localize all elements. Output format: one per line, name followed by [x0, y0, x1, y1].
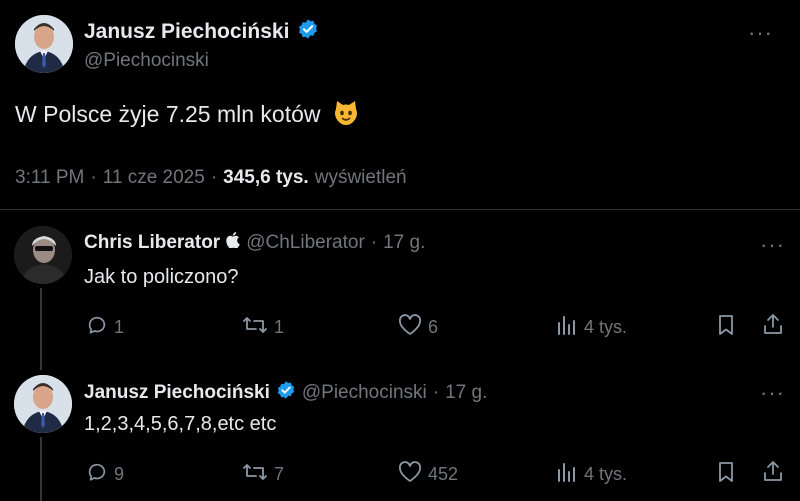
portrait-image [14, 375, 72, 433]
portrait-image [14, 226, 72, 284]
share-icon[interactable] [762, 313, 784, 340]
reply-age[interactable]: 17 g. [445, 382, 487, 404]
author-handle[interactable]: @Piechocinski [84, 50, 209, 72]
verified-badge-icon [276, 380, 296, 406]
verified-badge-icon [297, 18, 319, 45]
reply-text: 1,2,3,4,5,6,7,8,etc etc [84, 413, 277, 435]
separator-dot: · [432, 382, 440, 403]
reply-author-name[interactable]: Janusz Piechociński [84, 382, 270, 404]
bookmark-icon[interactable] [716, 314, 736, 341]
heart-icon [398, 461, 422, 488]
like-action[interactable]: 6 [398, 314, 438, 341]
views-count: 345,6 tys. [223, 167, 309, 188]
reply-handle[interactable]: @ChLiberator [246, 232, 365, 254]
reply-handle[interactable]: @Piechocinski [302, 382, 427, 404]
apple-icon [226, 232, 240, 254]
more-options-icon[interactable]: ··· [748, 20, 773, 46]
reply-icon [86, 461, 108, 488]
retweet-icon [242, 461, 268, 488]
separator-dot: · [210, 167, 218, 188]
retweet-action[interactable]: 7 [242, 461, 284, 488]
tweet-text-body: W Polsce żyje 7.25 mln kotów [15, 101, 321, 128]
views-count: 4 tys. [584, 317, 628, 337]
analytics-icon [556, 314, 578, 341]
views-count: 4 tys. [584, 464, 628, 484]
heart-icon [398, 314, 422, 341]
reply-age[interactable]: 17 g. [383, 232, 425, 254]
views-label: wyświetleń [314, 167, 407, 188]
retweet-count: 7 [274, 464, 285, 484]
like-count: 452 [428, 464, 459, 484]
reply-action[interactable]: 1 [86, 314, 124, 341]
tweet-date[interactable]: 11 cze 2025 [103, 167, 205, 189]
author-name[interactable]: Janusz Piechociński [84, 20, 289, 44]
avatar-reply-author[interactable] [14, 226, 72, 284]
divider [0, 209, 800, 210]
avatar-main-author[interactable] [15, 15, 73, 73]
cat-emoji [333, 100, 359, 132]
reply-author-name[interactable]: Chris Liberator [84, 232, 220, 254]
portrait-image [15, 15, 73, 73]
analytics-icon [556, 461, 578, 488]
share-icon[interactable] [762, 460, 784, 487]
tweet-text: W Polsce żyje 7.25 mln kotów [15, 100, 359, 132]
retweet-count: 1 [274, 317, 285, 337]
reply-count: 9 [114, 464, 125, 484]
more-options-icon[interactable]: ··· [760, 380, 785, 406]
separator-dot: · [370, 232, 378, 253]
reply-action[interactable]: 9 [86, 461, 124, 488]
retweet-icon [242, 314, 268, 341]
separator-dot: · [90, 167, 97, 188]
retweet-action[interactable]: 1 [242, 314, 284, 341]
views-action[interactable]: 4 tys. [556, 314, 627, 341]
like-action[interactable]: 452 [398, 461, 458, 488]
bookmark-icon[interactable] [716, 461, 736, 488]
tweet-time[interactable]: 3:11 PM [15, 167, 84, 189]
reply-text: Jak to policzono? [84, 266, 239, 288]
avatar-reply-author[interactable] [14, 375, 72, 433]
views-action[interactable]: 4 tys. [556, 461, 627, 488]
reply-count: 1 [114, 317, 125, 337]
thread-line [40, 288, 42, 370]
reply-icon [86, 314, 108, 341]
more-options-icon[interactable]: ··· [760, 232, 785, 258]
thread-line [40, 437, 42, 501]
like-count: 6 [428, 317, 439, 337]
